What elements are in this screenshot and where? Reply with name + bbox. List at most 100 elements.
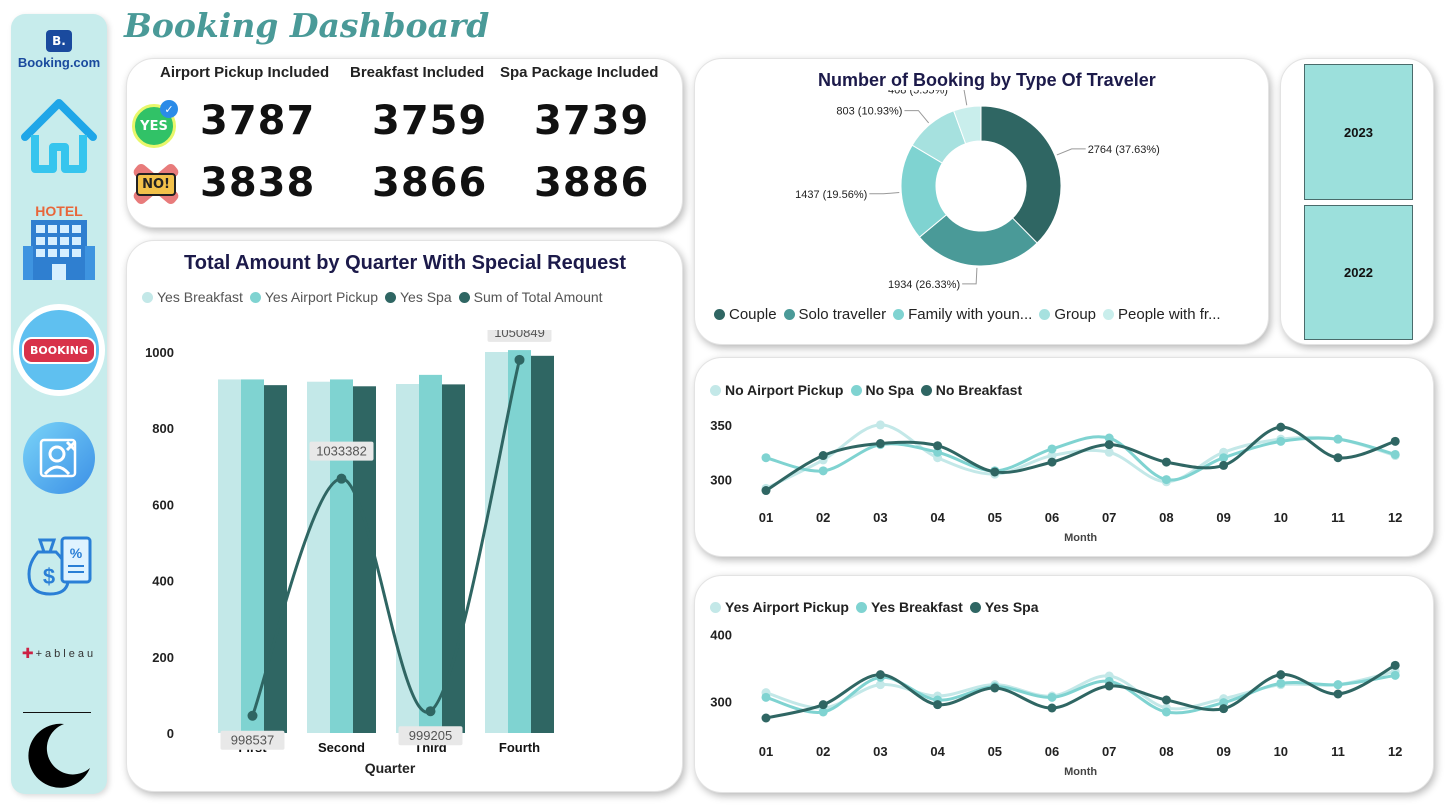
leader-line: [963, 90, 968, 106]
legend-label: Family with youn...: [908, 306, 1033, 323]
legend-solo-traveller[interactable]: Solo traveller: [783, 306, 886, 323]
line-chart-1-legend: No Airport Pickup No Spa No Breakfast: [710, 382, 1022, 398]
data-label: 803 (10.93%): [836, 106, 902, 118]
legend-yes-spa-2[interactable]: Yes Spa: [969, 599, 1039, 615]
bar: [241, 379, 264, 733]
leader-line: [962, 267, 978, 285]
home-icon[interactable]: [11, 94, 107, 178]
y-tick-label: 300: [710, 694, 732, 709]
line-point: [1047, 444, 1057, 454]
line-point: [1104, 440, 1114, 450]
booking-icon[interactable]: BOOKING: [11, 304, 107, 396]
line-chart-2-legend: Yes Airport Pickup Yes Breakfast Yes Spa: [710, 599, 1039, 615]
y-tick-label: 1000: [145, 345, 174, 360]
x-tick-label: 09: [1216, 744, 1230, 759]
line-point: [1161, 707, 1171, 717]
legend-no-airport-pickup[interactable]: No Airport Pickup: [710, 382, 844, 398]
year-2023-button[interactable]: 2023: [1304, 64, 1413, 200]
legend-sum-total-amount[interactable]: Sum of Total Amount: [458, 289, 603, 305]
legend-no-spa[interactable]: No Spa: [850, 382, 914, 398]
kpi-header-breakfast: Breakfast Included: [350, 64, 485, 81]
line-point: [761, 486, 771, 496]
kpi-no-spa: 3886: [534, 160, 650, 206]
sidebar: B. Booking.com HOTEL BOOKING $ % ✚ +able…: [11, 14, 107, 794]
legend-yes-breakfast-2[interactable]: Yes Breakfast: [855, 599, 963, 615]
x-tick-label: 04: [930, 510, 945, 525]
line-point: [1161, 457, 1171, 467]
legend-label: Yes Spa: [399, 289, 452, 305]
quarter-chart-legend: Yes Breakfast Yes Airport Pickup Yes Spa…: [142, 289, 603, 305]
legend-couple[interactable]: Couple: [714, 306, 777, 323]
line-point: [1219, 460, 1229, 470]
line-point: [933, 441, 943, 451]
legend-yes-spa[interactable]: Yes Spa: [384, 289, 452, 305]
line-point: [1276, 436, 1286, 446]
y-tick-label: 300: [710, 473, 732, 488]
leader-line: [869, 192, 900, 195]
data-label: 2764 (37.63%): [1088, 144, 1160, 156]
y-tick-label: 600: [152, 497, 174, 512]
tableau-logo[interactable]: ✚ +ableau: [11, 642, 107, 666]
svg-text:$: $: [43, 564, 55, 589]
tableau-text: +ableau: [35, 648, 97, 660]
legend-no-breakfast[interactable]: No Breakfast: [920, 382, 1023, 398]
year-2022-button[interactable]: 2022: [1304, 205, 1413, 340]
legend-label: Yes Breakfast: [157, 289, 243, 305]
x-tick-label: 02: [816, 744, 830, 759]
bar: [419, 374, 442, 733]
moon-icon[interactable]: [11, 720, 107, 790]
x-tick-label: Fourth: [499, 740, 540, 755]
bar: [330, 379, 353, 733]
x-tick-label: 06: [1045, 744, 1059, 759]
x-tick-label: 05: [988, 510, 1002, 525]
line-point: [875, 439, 885, 449]
bar: [485, 352, 508, 733]
no-label: NO!: [136, 172, 176, 196]
page-title: Booking Dashboard: [124, 6, 490, 45]
line-point: [761, 453, 771, 463]
line-point: [818, 700, 828, 710]
line-point: [1047, 692, 1057, 702]
booking-logo[interactable]: B. Booking.com: [11, 22, 107, 78]
x-tick-label: 03: [873, 744, 887, 759]
x-tick-label: 09: [1216, 510, 1230, 525]
traveler-chart-title: Number of Booking by Type Of Traveler: [818, 70, 1156, 90]
y-tick-label: 200: [152, 650, 174, 665]
hotel-icon[interactable]: HOTEL: [11, 200, 107, 284]
legend-label: People with fr...: [1118, 306, 1221, 323]
line-point: [1390, 660, 1400, 670]
bar: [531, 355, 554, 733]
kpi-no-airport: 3838: [200, 160, 316, 206]
x-tick-label: 05: [988, 744, 1002, 759]
line-point: [1333, 434, 1343, 444]
legend-yes-airport-pickup-2[interactable]: Yes Airport Pickup: [710, 599, 849, 615]
user-cancel-icon[interactable]: [11, 420, 107, 496]
legend-label: No Airport Pickup: [725, 382, 844, 398]
legend-yes-airport-pickup[interactable]: Yes Airport Pickup: [249, 289, 378, 305]
line-point: [1104, 447, 1114, 457]
money-bag-icon[interactable]: $ %: [11, 530, 107, 600]
line-point: [247, 710, 258, 721]
legend-people-with-friends[interactable]: People with fr...: [1103, 306, 1221, 323]
data-label: 1033382: [316, 444, 367, 459]
line-point: [514, 354, 525, 365]
legend-label: Yes Airport Pickup: [264, 289, 378, 305]
bar: [353, 386, 376, 733]
svg-text:%: %: [70, 545, 83, 561]
line-point: [1219, 704, 1229, 714]
x-tick-label: 01: [759, 510, 773, 525]
legend-family[interactable]: Family with youn...: [893, 306, 1032, 323]
line-point: [336, 473, 347, 484]
booking-sign: BOOKING: [22, 336, 96, 364]
legend-label: No Spa: [865, 382, 914, 398]
x-tick-label: 10: [1274, 510, 1288, 525]
legend-group[interactable]: Group: [1039, 306, 1096, 323]
kpi-yes-breakfast: 3759: [372, 98, 488, 144]
data-label: 1934 (26.33%): [888, 279, 960, 291]
line-point: [990, 467, 1000, 477]
legend-label: Group: [1054, 306, 1097, 323]
legend-yes-breakfast[interactable]: Yes Breakfast: [142, 289, 243, 305]
line-point: [1276, 678, 1286, 688]
x-tick-label: 11: [1331, 510, 1345, 525]
legend-label: No Breakfast: [935, 382, 1023, 398]
